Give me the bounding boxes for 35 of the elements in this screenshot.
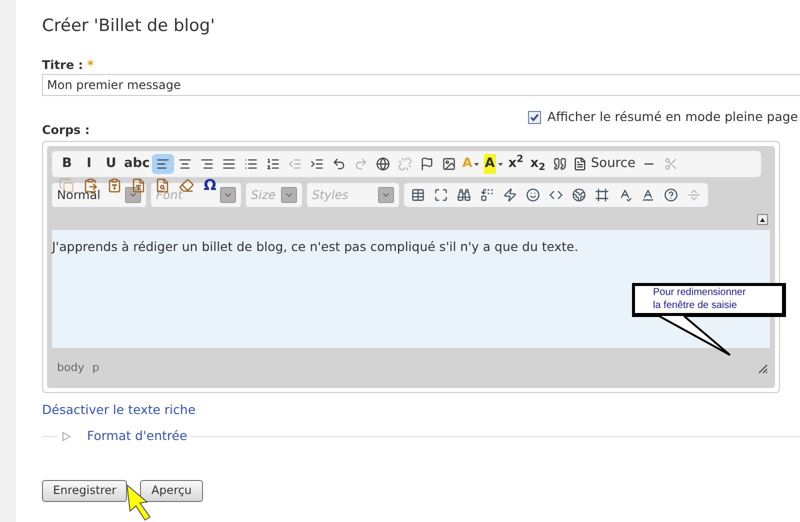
caret-icon	[498, 162, 503, 166]
preview-button[interactable]: Aperçu	[140, 480, 203, 502]
source-button[interactable]: Source	[570, 154, 638, 174]
element-path-link[interactable]: p	[92, 360, 100, 376]
format-button[interactable]: B	[56, 154, 78, 174]
format-button[interactable]: I	[78, 154, 100, 174]
checkbox[interactable]	[528, 110, 542, 124]
format-button[interactable]: x$^{2}$	[504, 154, 527, 174]
element-path-link[interactable]: body	[57, 360, 84, 376]
required-mark: *	[87, 58, 94, 72]
triangle-up-icon	[760, 218, 765, 222]
format-button[interactable]: abc	[122, 154, 152, 174]
caret-icon	[281, 187, 297, 203]
caret-icon	[378, 187, 394, 203]
caret-icon	[220, 187, 236, 203]
collapse-toolbar-button[interactable]	[757, 214, 768, 225]
page-title: Créer 'Billet de blog'	[42, 15, 216, 38]
format-button[interactable]: x$_{2}$	[526, 154, 549, 174]
input-format-link[interactable]: Format d'entrée	[87, 426, 188, 446]
check-icon	[530, 112, 540, 122]
field-label: Corps :	[42, 123, 91, 137]
caret-icon	[474, 162, 480, 166]
callout-box: Pour redimensionner la fenêtre de saisie	[632, 283, 786, 317]
disable-rich-text-link[interactable]: Désactiver le texte riche	[42, 402, 196, 417]
document-icon	[572, 157, 587, 171]
caret-icon	[125, 187, 141, 203]
field-label: Titre :	[42, 58, 84, 72]
align-left-icon[interactable]	[152, 154, 174, 174]
format-button[interactable]: U	[100, 154, 122, 174]
editor-text: J'apprends à rédiger un billet de blog, ce n'est pas compliqué s'il n'y a que du texte.	[52, 238, 580, 256]
save-button[interactable]: Enregistrer	[42, 480, 128, 502]
resize-grip-icon[interactable]	[756, 362, 768, 374]
title-field[interactable]: Mon premier message	[42, 74, 800, 96]
checkbox-label: Afficher le résumé en mode pleine page	[547, 108, 798, 126]
dropdown-field[interactable]: Normal	[52, 183, 146, 207]
